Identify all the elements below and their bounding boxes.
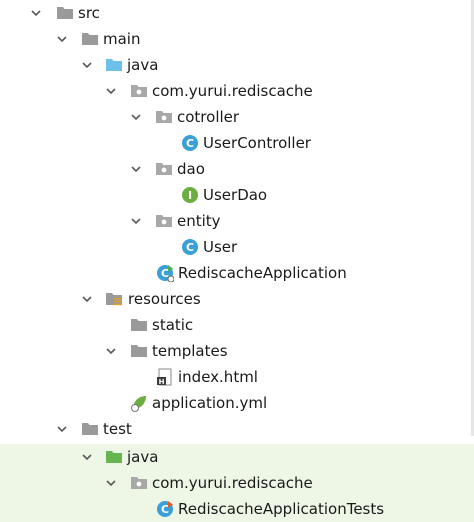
node-label: entity bbox=[177, 212, 221, 230]
tree-node-cotroller[interactable]: cotroller bbox=[0, 104, 474, 130]
chevron-down-icon[interactable] bbox=[130, 163, 142, 175]
node-label: static bbox=[152, 316, 194, 334]
folder-icon bbox=[82, 33, 98, 45]
package-icon bbox=[156, 111, 172, 123]
test-source-folder-icon bbox=[106, 451, 122, 463]
test-class-icon: C bbox=[157, 501, 173, 517]
folder-icon bbox=[57, 7, 73, 19]
svg-text:C: C bbox=[161, 503, 169, 516]
svg-text:C: C bbox=[186, 137, 194, 150]
chevron-down-icon[interactable] bbox=[81, 451, 93, 463]
tree-node-package-test[interactable]: com.yurui.rediscache bbox=[0, 470, 474, 496]
folder-icon bbox=[82, 423, 98, 435]
folder-icon bbox=[131, 345, 147, 357]
node-label: test bbox=[103, 420, 132, 438]
chevron-down-icon[interactable] bbox=[81, 59, 93, 71]
node-label: resources bbox=[128, 290, 201, 308]
node-label: User bbox=[203, 238, 238, 256]
node-label: java bbox=[127, 448, 159, 466]
node-label: RediscacheApplicationTests bbox=[178, 500, 385, 518]
tree-node-rediscache-application[interactable]: C RediscacheApplication bbox=[0, 260, 474, 286]
tree-node-application-yml[interactable]: application.yml bbox=[0, 390, 474, 416]
node-label: com.yurui.rediscache bbox=[152, 82, 313, 100]
class-icon: C bbox=[182, 135, 198, 151]
svg-text:H: H bbox=[159, 378, 165, 386]
tree-node-package[interactable]: com.yurui.rediscache bbox=[0, 78, 474, 104]
tree-node-java-test[interactable]: java bbox=[0, 444, 474, 470]
node-label: index.html bbox=[178, 368, 258, 386]
source-folder-icon bbox=[106, 59, 122, 71]
node-label: UserController bbox=[203, 134, 311, 152]
tree-node-entity[interactable]: entity bbox=[0, 208, 474, 234]
package-icon bbox=[131, 85, 147, 97]
node-label: UserDao bbox=[203, 186, 268, 204]
chevron-down-icon[interactable] bbox=[105, 345, 117, 357]
node-label: application.yml bbox=[152, 394, 268, 412]
package-icon bbox=[156, 163, 172, 175]
node-label: src bbox=[78, 4, 100, 22]
chevron-down-icon[interactable] bbox=[56, 33, 68, 45]
svg-text:C: C bbox=[186, 241, 194, 254]
tree-node-user-controller[interactable]: C UserController bbox=[0, 130, 474, 156]
tree-node-resources[interactable]: resources bbox=[0, 286, 474, 312]
class-icon: C bbox=[182, 239, 198, 255]
chevron-down-icon[interactable] bbox=[30, 7, 42, 19]
node-label: RediscacheApplication bbox=[178, 264, 347, 282]
node-label: java bbox=[127, 56, 159, 74]
tree-node-dao[interactable]: dao bbox=[0, 156, 474, 182]
node-label: templates bbox=[152, 342, 228, 360]
tree-node-src[interactable]: src bbox=[0, 0, 474, 26]
tree-node-main[interactable]: main bbox=[0, 26, 474, 52]
node-label: dao bbox=[177, 160, 205, 178]
spring-boot-class-icon: C bbox=[157, 265, 174, 282]
node-label: main bbox=[103, 30, 141, 48]
tree-node-user-dao[interactable]: I UserDao bbox=[0, 182, 474, 208]
chevron-down-icon[interactable] bbox=[130, 111, 142, 123]
yml-file-icon bbox=[131, 396, 146, 412]
html-file-icon: H bbox=[157, 368, 172, 386]
tree-node-templates[interactable]: templates bbox=[0, 338, 474, 364]
node-label: com.yurui.rediscache bbox=[152, 474, 313, 492]
tree-node-rediscache-application-tests[interactable]: C RediscacheApplicationTests bbox=[0, 496, 474, 522]
svg-text:I: I bbox=[188, 189, 192, 202]
tree-node-test[interactable]: test bbox=[0, 416, 474, 442]
project-tree: src main java com.yurui.rediscache cotro… bbox=[0, 0, 474, 522]
package-icon bbox=[156, 215, 172, 227]
interface-icon: I bbox=[182, 187, 198, 203]
chevron-down-icon[interactable] bbox=[81, 293, 93, 305]
resources-folder-icon bbox=[106, 293, 122, 306]
node-label: cotroller bbox=[177, 108, 240, 126]
tree-node-java-main[interactable]: java bbox=[0, 52, 474, 78]
tree-node-static[interactable]: static bbox=[0, 312, 474, 338]
package-icon bbox=[131, 477, 147, 489]
chevron-down-icon[interactable] bbox=[56, 423, 68, 435]
tree-node-index-html[interactable]: H index.html bbox=[0, 364, 474, 390]
chevron-down-icon[interactable] bbox=[105, 477, 117, 489]
chevron-down-icon[interactable] bbox=[130, 215, 142, 227]
chevron-down-icon[interactable] bbox=[105, 85, 117, 97]
tree-node-user[interactable]: C User bbox=[0, 234, 474, 260]
folder-icon bbox=[131, 319, 147, 331]
